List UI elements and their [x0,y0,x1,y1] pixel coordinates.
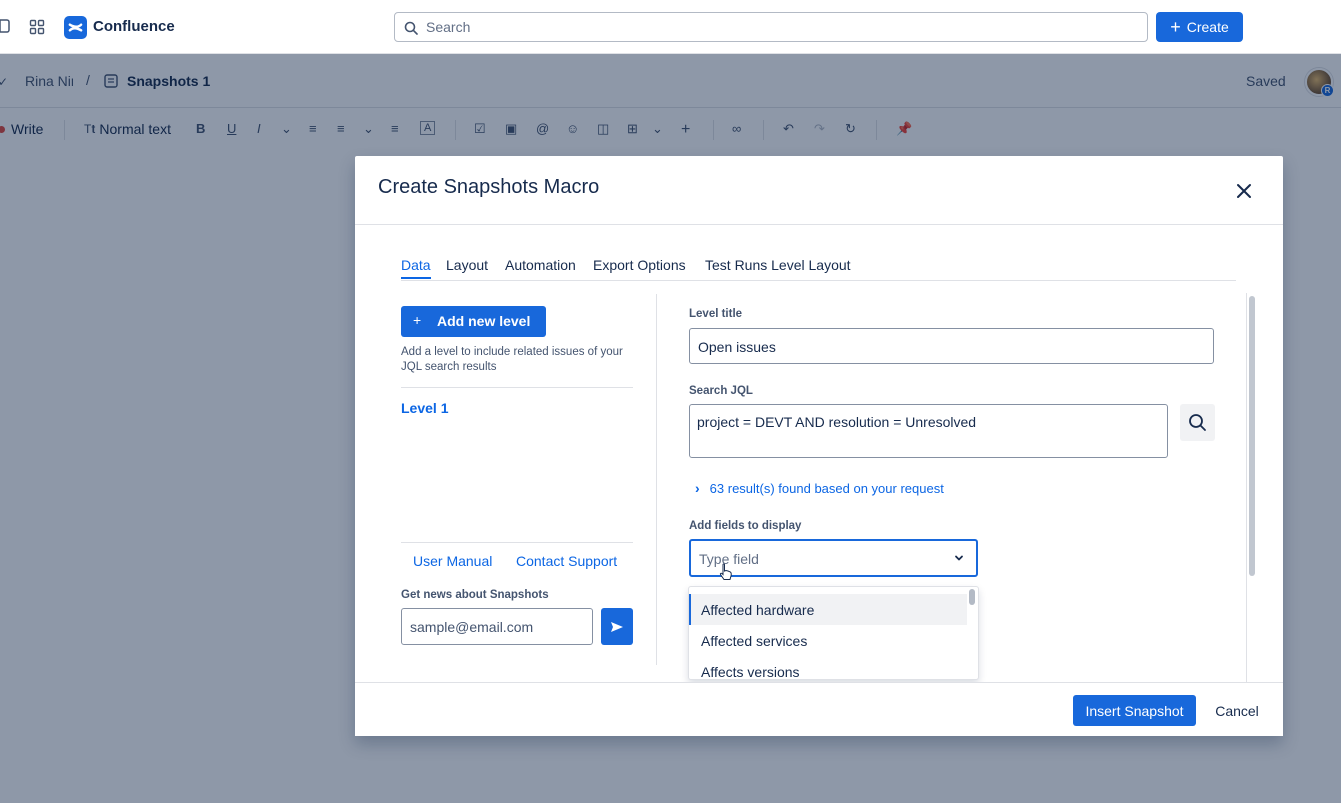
list-item[interactable]: Affected services [689,625,967,656]
user-manual-link[interactable]: User Manual [413,553,492,569]
search-input[interactable]: Search [394,12,1148,42]
add-new-level-label: Add new level [437,313,531,329]
divider [401,387,633,388]
modal-header: Create Snapshots Macro [355,156,1283,225]
plus-icon: + [1170,17,1181,37]
results-text: 63 result(s) found based on your request [709,480,944,496]
tab-test-runs-level-layout[interactable]: Test Runs Level Layout [705,257,851,273]
sidebar-toggle-icon[interactable] [0,18,10,34]
modal-tabs: Data Layout Automation Export Options Te… [401,255,1236,281]
list-item[interactable]: Affected hardware [689,594,967,625]
cancel-button[interactable]: Cancel [1207,695,1267,726]
create-label: Create [1186,19,1229,35]
option-label: Affected services [701,633,808,649]
add-new-level-button[interactable]: + Add new level [401,306,546,337]
search-placeholder: Search [426,19,471,35]
close-icon[interactable] [1235,182,1253,200]
level-title-input[interactable]: Open issues [689,328,1214,364]
divider [401,542,633,543]
field-options-dropdown: Affected hardware Affected services Affe… [688,586,979,680]
send-icon [611,621,623,632]
tab-data[interactable]: Data [401,257,431,273]
chevron-right-icon: › [695,480,700,496]
level-title-label: Level title [689,308,743,320]
top-navigation: Confluence Search + Create [0,0,1341,54]
news-label: Get news about Snapshots [401,589,549,601]
tab-layout[interactable]: Layout [446,257,488,273]
brand-name[interactable]: Confluence [93,18,175,35]
chevron-down-icon [955,555,963,561]
modal-title: Create Snapshots Macro [378,176,600,198]
list-item[interactable]: Affects versions [689,656,967,680]
search-jql-label: Search JQL [689,385,753,397]
dropdown-scrollbar[interactable] [969,589,975,605]
news-email-placeholder: sample@email.com [410,619,534,635]
search-jql-input[interactable]: project = DEVT AND resolution = Unresolv… [689,404,1168,458]
insert-snapshot-button[interactable]: Insert Snapshot [1073,695,1196,726]
news-send-button[interactable] [601,608,633,645]
jql-search-button[interactable] [1180,404,1215,441]
add-fields-label: Add fields to display [689,520,802,532]
create-snapshots-modal: Create Snapshots Macro Data Layout Autom… [355,156,1283,736]
contact-support-link[interactable]: Contact Support [516,553,617,569]
option-label: Affected hardware [701,602,815,618]
option-label: Affects versions [701,664,800,680]
pointer-cursor-icon [719,563,732,580]
plus-icon: + [413,312,422,328]
level-title-value: Open issues [698,339,776,355]
column-divider [656,294,657,665]
level-list-item[interactable]: Level 1 [401,400,448,416]
tab-export-options[interactable]: Export Options [593,257,686,273]
tab-automation[interactable]: Automation [505,257,576,273]
create-button[interactable]: + Create [1156,12,1243,42]
modal-footer: Insert Snapshot Cancel [355,682,1283,736]
add-level-help-text: Add a level to include related issues of… [401,346,623,373]
news-email-input[interactable]: sample@email.com [401,608,593,645]
confluence-logo-icon[interactable] [64,16,87,39]
panel-scrollbar-thumb[interactable] [1249,296,1255,576]
search-icon [404,21,418,35]
active-tab-indicator [401,277,431,279]
app-switcher-icon[interactable] [29,19,45,35]
results-toggle[interactable]: › 63 result(s) found based on your reque… [695,480,944,496]
search-icon [1189,414,1206,431]
search-jql-value: project = DEVT AND resolution = Unresolv… [697,414,977,430]
